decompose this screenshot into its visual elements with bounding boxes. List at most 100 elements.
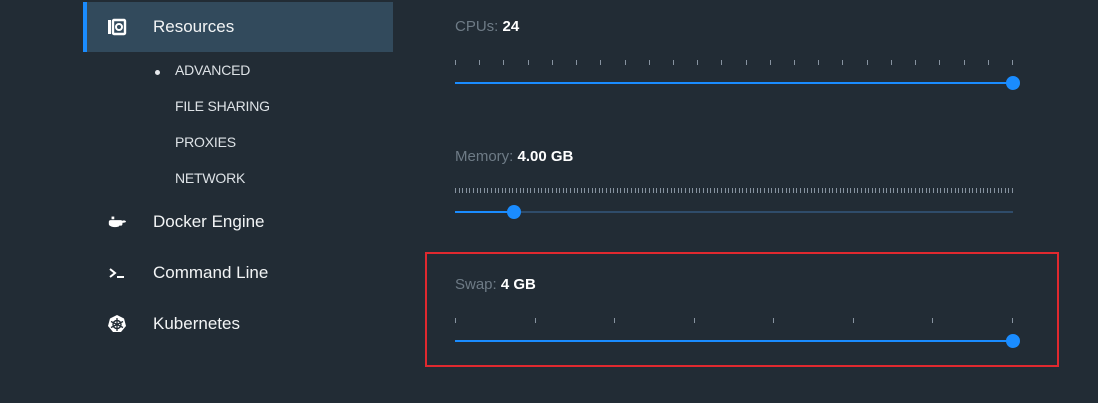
memory-tick <box>458 188 460 193</box>
memory-tick <box>541 188 543 193</box>
memory-tick <box>882 188 884 193</box>
memory-tick <box>1004 188 1006 193</box>
selected-bullet <box>155 70 160 75</box>
memory-tick <box>595 188 597 193</box>
memory-tick <box>523 188 525 193</box>
cpus-slider-fill <box>455 82 1013 84</box>
memory-tick <box>487 188 489 193</box>
memory-tick <box>552 188 554 193</box>
memory-tick <box>623 188 625 193</box>
memory-tick <box>961 188 963 193</box>
memory-tick <box>796 188 798 193</box>
subnav-network[interactable]: NETWORK <box>175 170 245 186</box>
sidebar-item-command-line[interactable]: Command Line <box>83 248 393 298</box>
sidebar-item-resources[interactable]: Resources <box>83 2 393 52</box>
sidebar: Resources ADVANCED FILE SHARING PROXIES … <box>83 0 393 403</box>
cpus-tick <box>818 60 820 65</box>
memory-tick <box>893 188 895 193</box>
memory-tick <box>925 188 927 193</box>
memory-tick <box>922 188 924 193</box>
subnav-proxies[interactable]: PROXIES <box>175 134 236 150</box>
settings-page: Resources ADVANCED FILE SHARING PROXIES … <box>0 0 1098 403</box>
memory-slider[interactable] <box>455 205 1013 219</box>
memory-tick <box>986 188 988 193</box>
memory-tick <box>968 188 970 193</box>
memory-tick <box>792 188 794 193</box>
memory-tick <box>688 188 690 193</box>
memory-tick <box>667 188 669 193</box>
subnav-advanced[interactable]: ADVANCED <box>175 62 250 78</box>
memory-tick <box>580 188 582 193</box>
cpus-tick <box>769 60 771 65</box>
memory-tick <box>911 188 913 193</box>
memory-tick <box>756 188 758 193</box>
cpus-slider[interactable] <box>455 76 1020 90</box>
memory-tick <box>631 188 633 193</box>
memory-tick <box>832 188 834 193</box>
memory-tick <box>976 188 978 193</box>
memory-tick <box>900 188 902 193</box>
memory-tick <box>954 188 956 193</box>
cpus-slider-thumb[interactable] <box>1006 76 1020 90</box>
cpus-tick <box>672 60 674 65</box>
memory-tick <box>746 188 748 193</box>
memory-slider-thumb[interactable] <box>507 205 521 219</box>
memory-tick <box>494 188 496 193</box>
memory-tick <box>735 188 737 193</box>
kubernetes-icon <box>107 314 127 334</box>
cpus-tick <box>794 60 796 65</box>
memory-tick <box>498 188 500 193</box>
memory-tick <box>526 188 528 193</box>
memory-tick <box>677 188 679 193</box>
cpus-tick <box>455 60 456 65</box>
memory-tick <box>728 188 730 193</box>
memory-tick <box>918 188 920 193</box>
memory-tick <box>649 188 651 193</box>
memory-tick <box>713 188 715 193</box>
memory-tick <box>1012 188 1013 193</box>
memory-tick <box>530 188 532 193</box>
memory-tick <box>483 188 485 193</box>
memory-tick <box>663 188 665 193</box>
memory-tick <box>555 188 557 193</box>
cpus-ticks <box>455 60 1013 66</box>
memory-tick <box>950 188 952 193</box>
memory-tick <box>929 188 931 193</box>
memory-tick <box>738 188 740 193</box>
resources-icon <box>107 17 127 37</box>
cpus-tick <box>648 60 650 65</box>
memory-tick <box>972 188 974 193</box>
memory-tick <box>634 188 636 193</box>
cpus-tick <box>842 60 844 65</box>
memory-tick <box>1001 188 1003 193</box>
cpus-tick <box>479 60 481 65</box>
memory-tick <box>864 188 866 193</box>
memory-tick <box>803 188 805 193</box>
sidebar-item-docker-engine[interactable]: Docker Engine <box>83 197 393 247</box>
sidebar-item-kubernetes[interactable]: Kubernetes <box>83 299 393 349</box>
whale-icon <box>107 212 127 232</box>
memory-tick <box>656 188 658 193</box>
cpus-tick <box>963 60 965 65</box>
memory-tick <box>932 188 934 193</box>
memory-tick <box>789 188 791 193</box>
memory-tick <box>512 188 514 193</box>
memory-tick <box>501 188 503 193</box>
memory-tick <box>731 188 733 193</box>
cpus-label-text: CPUs: <box>455 18 499 35</box>
memory-tick <box>620 188 622 193</box>
subnav-file-sharing[interactable]: FILE SHARING <box>175 98 270 114</box>
memory-tick <box>684 188 686 193</box>
memory-tick <box>997 188 999 193</box>
memory-tick <box>839 188 841 193</box>
memory-tick <box>965 188 967 193</box>
memory-tick <box>764 188 766 193</box>
memory-tick <box>613 188 615 193</box>
memory-tick <box>940 188 942 193</box>
highlight-annotation <box>425 252 1059 367</box>
memory-tick <box>573 188 575 193</box>
sidebar-item-label: Docker Engine <box>153 212 265 231</box>
cpus-tick <box>1012 60 1013 65</box>
memory-tick <box>821 188 823 193</box>
memory-tick <box>659 188 661 193</box>
